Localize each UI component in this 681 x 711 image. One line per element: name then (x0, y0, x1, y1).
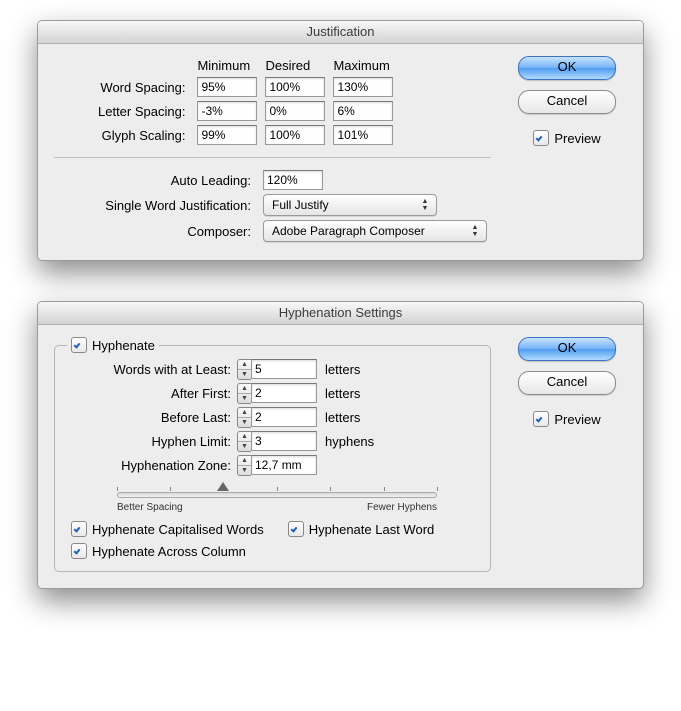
hyphen-limit-stepper[interactable]: ▲▼ (237, 431, 317, 452)
column-minimum: Minimum (193, 56, 261, 75)
checkbox-icon (71, 337, 87, 353)
stepper-arrows-icon[interactable]: ▲▼ (237, 407, 251, 428)
hyphenate-last-word-checkbox[interactable]: Hyphenate Last Word (288, 521, 435, 537)
composer-select[interactable]: Adobe Paragraph Composer (263, 220, 487, 242)
stepper-arrows-icon[interactable]: ▲▼ (237, 383, 251, 404)
chevron-updown-icon (468, 224, 482, 238)
letter-spacing-max[interactable] (333, 101, 393, 121)
composer-label: Composer: (64, 218, 259, 244)
hyphenation-dialog: Hyphenation Settings Hyphenate Words wit… (37, 301, 644, 589)
cancel-button[interactable]: Cancel (518, 371, 616, 395)
words-at-least-label: Words with at Least: (67, 362, 237, 377)
slider-left-label: Better Spacing (117, 502, 183, 513)
hyphen-limit-label: Hyphen Limit: (67, 434, 237, 449)
checkbox-icon (288, 521, 304, 537)
single-word-select[interactable]: Full Justify (263, 194, 437, 216)
dialog-title: Justification (38, 21, 643, 44)
checkbox-icon (71, 543, 87, 559)
hyphenate-capitalised-checkbox[interactable]: Hyphenate Capitalised Words (71, 521, 264, 537)
hyphen-limit-input[interactable] (251, 431, 317, 451)
single-word-label: Single Word Justification: (64, 192, 259, 218)
hyphenation-slider[interactable] (117, 486, 437, 500)
hyphenate-checkbox[interactable]: Hyphenate (71, 337, 155, 353)
preview-checkbox[interactable]: Preview (533, 411, 600, 427)
glyph-scaling-des[interactable] (265, 125, 325, 145)
hyphenation-zone-input[interactable] (251, 455, 317, 475)
hyphenation-zone-label: Hyphenation Zone: (67, 458, 237, 473)
before-last-unit: letters (325, 410, 360, 425)
auto-leading-label: Auto Leading: (64, 168, 259, 192)
glyph-scaling-label: Glyph Scaling: (94, 123, 193, 147)
letter-spacing-des[interactable] (265, 101, 325, 121)
preview-checkbox[interactable]: Preview (533, 130, 600, 146)
stepper-arrows-icon[interactable]: ▲▼ (237, 455, 251, 476)
slider-thumb-icon[interactable] (217, 482, 229, 491)
stepper-arrows-icon[interactable]: ▲▼ (237, 359, 251, 380)
ok-button[interactable]: OK (518, 56, 616, 80)
hyphenate-across-column-checkbox[interactable]: Hyphenate Across Column (71, 543, 246, 559)
after-first-label: After First: (67, 386, 237, 401)
hyphen-limit-unit: hyphens (325, 434, 374, 449)
dialog-title: Hyphenation Settings (38, 302, 643, 325)
auto-leading-input[interactable] (263, 170, 323, 190)
before-last-input[interactable] (251, 407, 317, 427)
chevron-updown-icon (418, 198, 432, 212)
after-first-unit: letters (325, 386, 360, 401)
words-at-least-unit: letters (325, 362, 360, 377)
cancel-button[interactable]: Cancel (518, 90, 616, 114)
justification-dialog: Justification Minimum Desired Maximum Wo… (37, 20, 644, 261)
column-maximum: Maximum (329, 56, 397, 75)
word-spacing-label: Word Spacing: (94, 75, 193, 99)
hyphenation-zone-stepper[interactable]: ▲▼ (237, 455, 317, 476)
before-last-label: Before Last: (67, 410, 237, 425)
word-spacing-min[interactable] (197, 77, 257, 97)
after-first-stepper[interactable]: ▲▼ (237, 383, 317, 404)
word-spacing-des[interactable] (265, 77, 325, 97)
column-desired: Desired (261, 56, 329, 75)
letter-spacing-label: Letter Spacing: (94, 99, 193, 123)
checkbox-icon (533, 130, 549, 146)
words-at-least-input[interactable] (251, 359, 317, 379)
before-last-stepper[interactable]: ▲▼ (237, 407, 317, 428)
stepper-arrows-icon[interactable]: ▲▼ (237, 431, 251, 452)
after-first-input[interactable] (251, 383, 317, 403)
hyphenate-group: Hyphenate Words with at Least: ▲▼ letter… (54, 345, 491, 572)
separator (54, 157, 491, 158)
glyph-scaling-min[interactable] (197, 125, 257, 145)
slider-right-label: Fewer Hyphens (367, 502, 437, 513)
checkbox-icon (71, 521, 87, 537)
words-at-least-stepper[interactable]: ▲▼ (237, 359, 317, 380)
checkbox-icon (533, 411, 549, 427)
letter-spacing-min[interactable] (197, 101, 257, 121)
glyph-scaling-max[interactable] (333, 125, 393, 145)
ok-button[interactable]: OK (518, 337, 616, 361)
word-spacing-max[interactable] (333, 77, 393, 97)
